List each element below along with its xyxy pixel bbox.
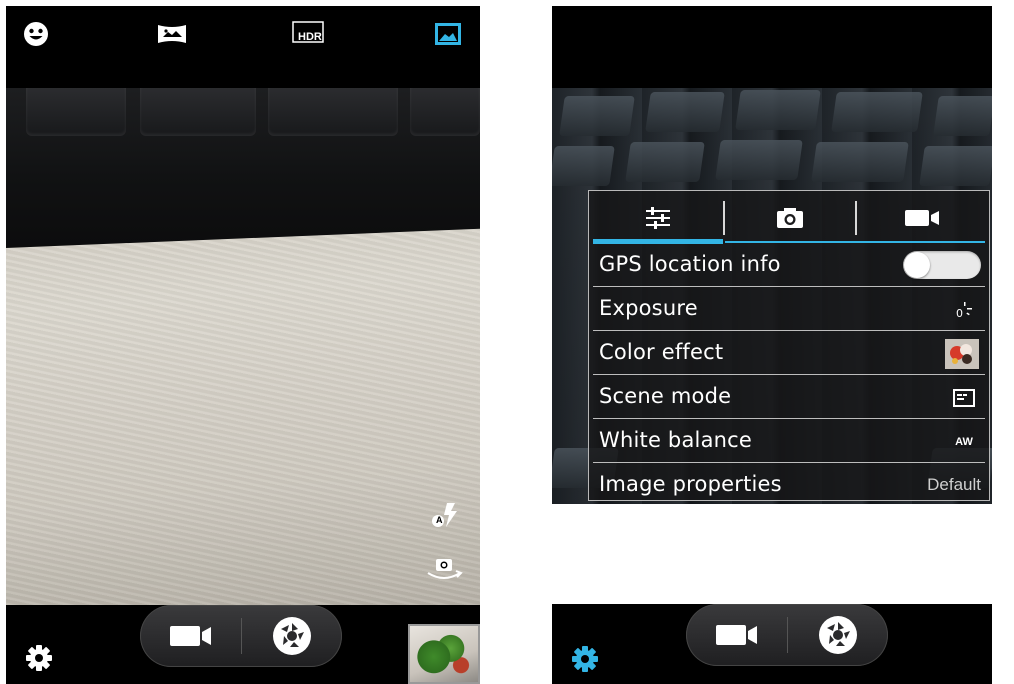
switch-camera-icon[interactable] [424, 554, 464, 586]
tab-camera-settings[interactable] [725, 191, 855, 245]
preview-keyboard-scene [6, 88, 480, 248]
preview-bright-area [552, 504, 992, 604]
shutter-icon [818, 616, 857, 654]
setting-label: Exposure [599, 296, 698, 320]
face-detection-icon[interactable] [18, 16, 54, 52]
tab-video-settings[interactable] [857, 191, 987, 245]
gear-icon[interactable] [570, 644, 600, 674]
color-effect-thumbnail-icon [945, 339, 979, 369]
settings-menu: GPS location info Exposure 0 Color effec… [588, 190, 990, 501]
setting-row-image-properties[interactable]: Image properties Default [593, 465, 985, 501]
video-record-button[interactable] [686, 604, 787, 666]
settings-tabs [589, 191, 989, 245]
setting-value: Default [927, 475, 981, 494]
camera-icon [777, 208, 803, 228]
setting-row-white-balance[interactable]: White balance AW [593, 421, 985, 463]
camera-viewfinder-screen: HDR A [6, 6, 480, 684]
setting-label: White balance [599, 428, 753, 452]
setting-row-scene-mode[interactable]: Scene mode [593, 377, 985, 419]
shutter-icon [272, 617, 311, 655]
active-tab-indicator [593, 239, 723, 244]
video-camera-icon [905, 210, 939, 226]
scene-mode-icon [949, 385, 979, 411]
picture-mode-icon[interactable] [430, 16, 466, 52]
hdr-label: HDR [298, 31, 322, 43]
white-balance-auto-icon: AW [949, 429, 979, 455]
exposure-icon: 0 [949, 297, 979, 323]
setting-row-exposure[interactable]: Exposure 0 [593, 289, 985, 331]
flash-auto-icon[interactable]: A [426, 500, 466, 532]
camera-bottom-bar [6, 605, 480, 684]
video-camera-icon [715, 625, 757, 645]
setting-label: GPS location info [599, 252, 781, 276]
shutter-button[interactable] [241, 605, 342, 667]
tab-general-settings[interactable] [593, 191, 723, 245]
toggle-knob [904, 252, 930, 278]
setting-label: Image properties [599, 472, 782, 496]
setting-label: Color effect [599, 340, 724, 364]
camera-bottom-bar [552, 604, 992, 684]
setting-label: Scene mode [599, 384, 732, 408]
camera-top-bar: HDR [6, 6, 480, 88]
shutter-button[interactable] [787, 604, 888, 666]
video-camera-icon [169, 626, 211, 646]
hdr-icon[interactable]: HDR [290, 16, 330, 52]
capture-controls [686, 604, 888, 666]
gear-icon[interactable] [24, 643, 54, 673]
panorama-icon[interactable] [154, 16, 190, 52]
setting-row-gps[interactable]: GPS location info [593, 245, 985, 287]
sliders-icon [646, 207, 670, 229]
camera-settings-screen: GPS location info Exposure 0 Color effec… [552, 6, 992, 684]
video-record-button[interactable] [140, 605, 241, 667]
capture-controls [140, 605, 342, 667]
setting-row-color-effect[interactable]: Color effect [593, 333, 985, 375]
white-balance-icon-text: AW [955, 436, 973, 448]
flash-auto-badge: A [436, 515, 443, 525]
svg-text:0: 0 [956, 307, 963, 320]
gps-toggle[interactable] [903, 251, 981, 279]
gallery-thumbnail[interactable] [408, 624, 480, 684]
